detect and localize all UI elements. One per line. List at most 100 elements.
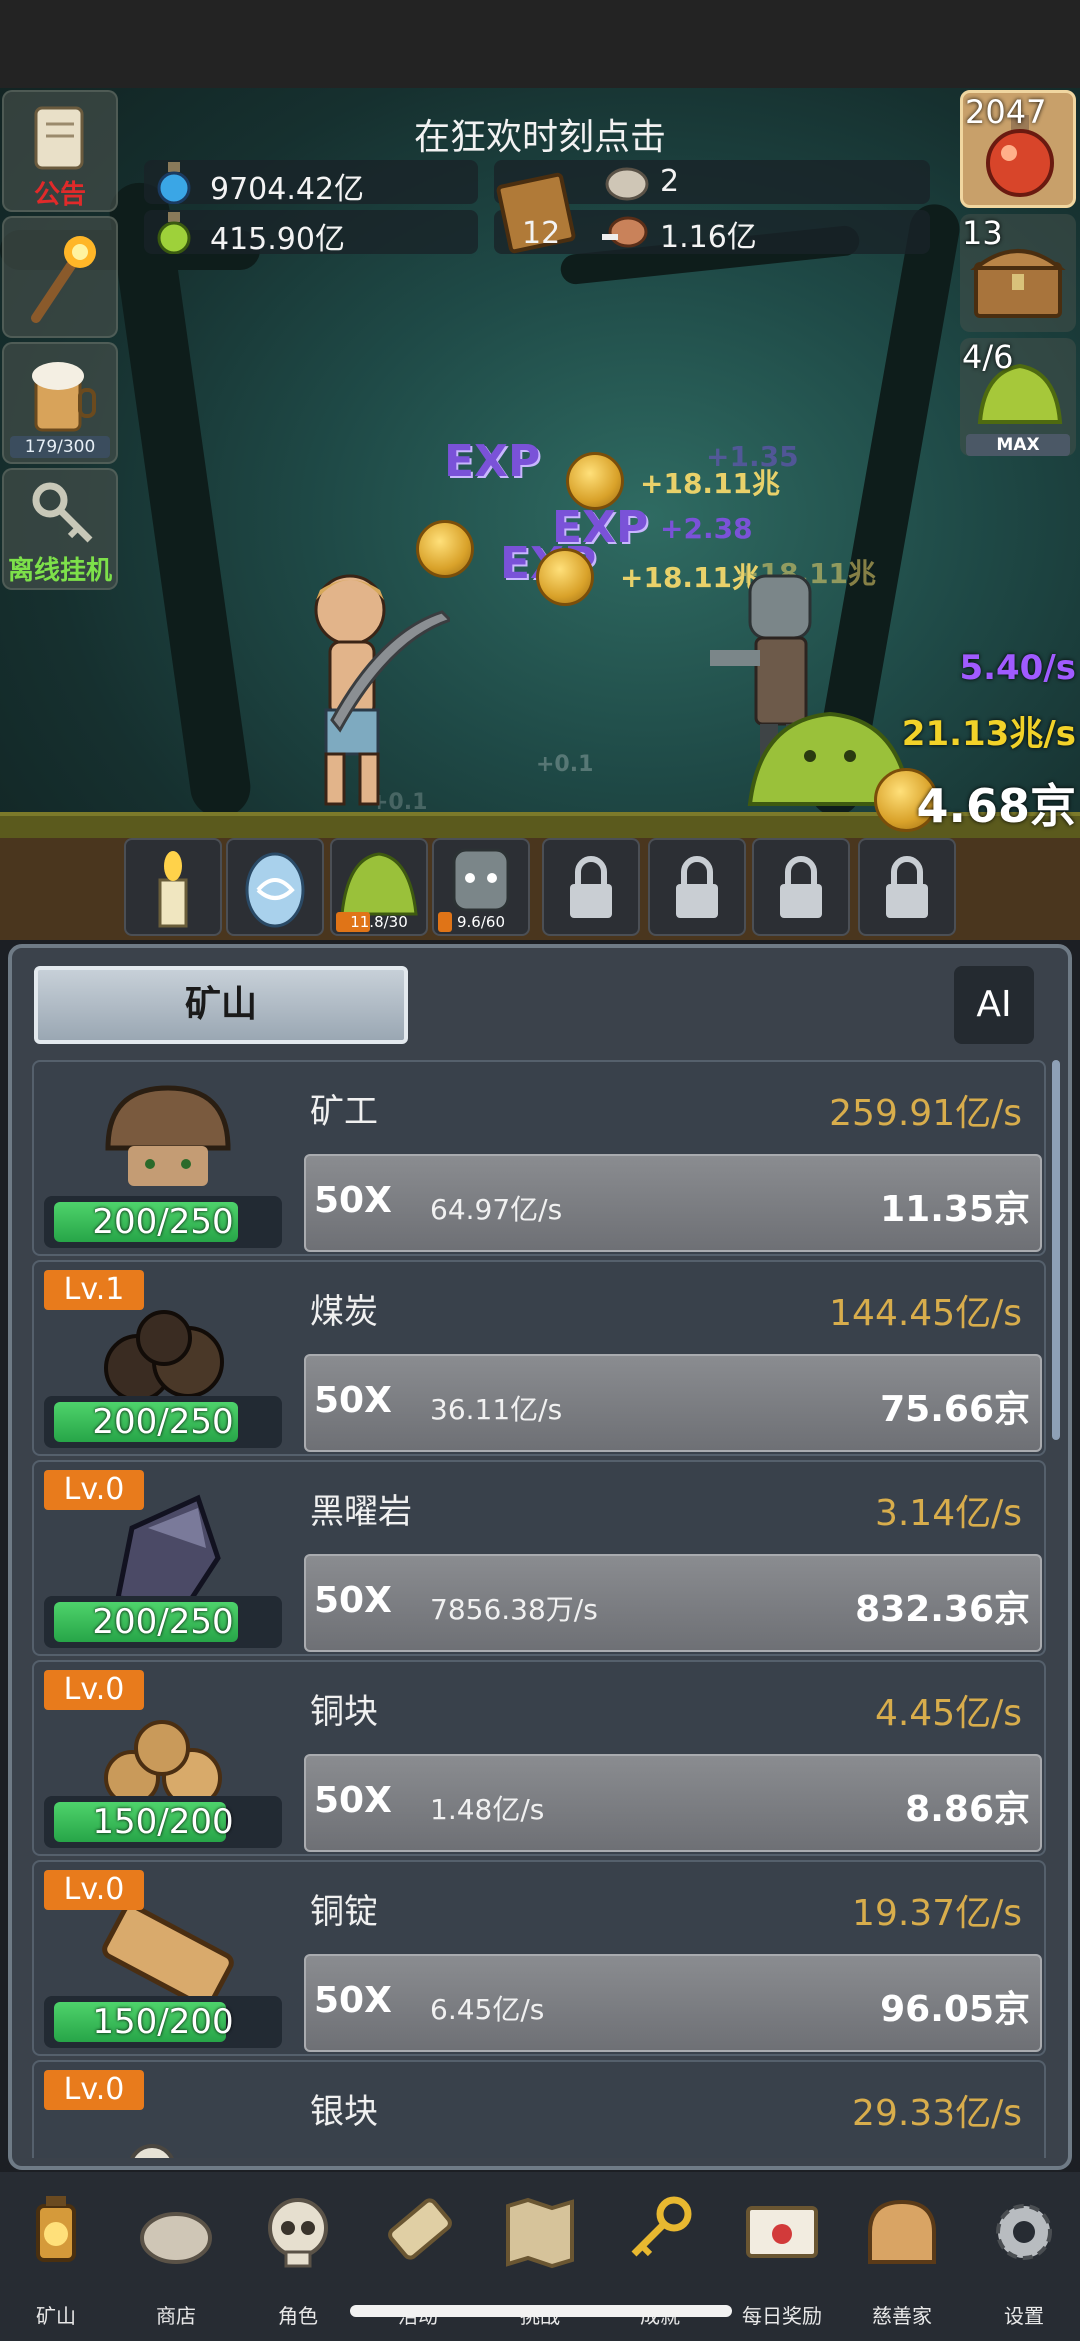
resource-rate: 19.37亿/s <box>852 1893 1022 1934</box>
beer-button[interactable]: 179/300 <box>2 342 118 464</box>
resource-icon-box: Lv.0 150/200 <box>40 1668 282 1848</box>
slot-locked[interactable] <box>752 838 850 936</box>
lantern-icon <box>36 2196 76 2262</box>
key-icon <box>32 482 93 543</box>
capacity-text: 200/250 <box>92 1402 234 1442</box>
coin-total: 4.68京 <box>916 779 1077 833</box>
upgrade-button[interactable]: 50X 1.48亿/s 8.86京 <box>304 1754 1042 1852</box>
upgrade-cost: 75.66京 <box>880 1389 1030 1430</box>
zombie-progress: 9.6/60 <box>457 913 505 931</box>
announcement-label: 公告 <box>33 180 86 210</box>
capacity-bar: 150/200 <box>44 1996 282 2048</box>
nav-label: 商店 <box>156 2304 196 2328</box>
home-indicator[interactable] <box>350 2305 732 2317</box>
ai-button[interactable]: AI <box>954 966 1034 1044</box>
announcement-button[interactable]: 公告 <box>2 90 118 212</box>
capacity-bar: 150/200 <box>44 1796 282 1848</box>
floating-exp: +0.1 <box>536 752 594 777</box>
rate-purple: 5.40/s <box>959 648 1076 688</box>
bread-icon <box>868 2199 936 2264</box>
nav-character[interactable]: 角色 <box>238 2182 358 2332</box>
slot-slime[interactable]: 11.8/30 <box>330 838 428 936</box>
beer-counter: 179/300 <box>10 436 110 458</box>
resource-rate: 29.33亿/s <box>852 2093 1022 2134</box>
torch-icon <box>31 236 96 323</box>
coin-icon[interactable] <box>566 452 624 510</box>
blue-potion-icon <box>157 162 191 204</box>
resource-name: 煤炭 <box>310 1292 378 1332</box>
capacity-text: 200/250 <box>92 1202 234 1242</box>
slot-zombie[interactable]: 9.6/60 <box>432 838 530 936</box>
stone-amount: 2 <box>660 164 680 199</box>
resource-name: 银块 <box>310 2092 378 2132</box>
player-character <box>314 574 450 806</box>
floating-exp: +2.38 <box>660 512 753 545</box>
scroll-icon <box>388 2198 452 2260</box>
torch-button[interactable] <box>2 216 118 338</box>
battle-scene[interactable]: 公告 179/300 离线挂机 2047 13 4/6 MAX 在狂欢时刻点击 <box>0 0 1080 940</box>
rate-yellow: 21.13兆/s <box>901 714 1076 754</box>
multiplier: 50X <box>314 1380 392 1421</box>
beer-mug-icon <box>32 362 96 432</box>
key-icon <box>631 2196 692 2257</box>
upgrade-cost: 11.35京 <box>880 1189 1030 1230</box>
list-item: Lv.0 150/200 铜锭 19.37亿/s 50X 6.45亿/s 96.… <box>32 1860 1046 2056</box>
exp-label: EXP <box>444 436 541 487</box>
resource-rate: 3.14亿/s <box>874 1493 1022 1534</box>
resource-icon-box: Lv.0 200/250 <box>40 1468 282 1648</box>
slot-locked[interactable] <box>542 838 640 936</box>
nav-philanthropist[interactable]: 慈善家 <box>842 2182 962 2332</box>
multiplier: 50X <box>314 1180 392 1221</box>
resource-icon-box: Lv.1 200/250 <box>40 1268 282 1448</box>
egg-icon <box>245 852 305 928</box>
gear-icon <box>996 2204 1052 2260</box>
green-potion-amount: 415.90亿 <box>210 222 345 257</box>
slot-locked[interactable] <box>648 838 746 936</box>
resource-list[interactable]: 200/250 矿工 259.91亿/s 50X 64.97亿/s 11.35京… <box>32 1060 1046 2158</box>
green-potion-icon <box>157 212 191 254</box>
coin-icon[interactable] <box>536 548 594 606</box>
scrollbar[interactable] <box>1052 1060 1060 2158</box>
capacity-bar: 200/250 <box>44 1596 282 1648</box>
slime-button[interactable]: 4/6 MAX <box>960 338 1076 456</box>
nav-daily-reward[interactable]: 每日奖励 <box>722 2182 842 2332</box>
silver-ore-icon <box>130 2144 174 2158</box>
tab-mine[interactable]: 矿山 <box>34 966 408 1044</box>
map-icon <box>506 2197 574 2269</box>
offline-idle-button[interactable]: 离线挂机 <box>2 468 118 590</box>
multiplier: 50X <box>314 1780 392 1821</box>
slime-progress: 11.8/30 <box>350 913 408 931</box>
slot-candle[interactable] <box>124 838 222 936</box>
stone-icon <box>605 167 649 201</box>
resource-icon-box: Lv.0 150/200 <box>40 1868 282 2048</box>
scrollbar-thumb[interactable] <box>1052 1060 1060 1440</box>
upgrade-button[interactable]: 50X 36.11亿/s 75.66京 <box>304 1354 1042 1452</box>
slot-locked[interactable] <box>858 838 956 936</box>
nav-mine[interactable]: 矿山 <box>0 2182 116 2332</box>
upgrade-button[interactable]: 50X 64.97亿/s 11.35京 <box>304 1154 1042 1252</box>
level-badge: Lv.0 <box>44 1870 144 1910</box>
floating-exp: +1.35 <box>706 440 799 473</box>
offline-idle-label: 离线挂机 <box>7 556 112 586</box>
list-item: Lv.1 200/250 煤炭 144.45亿/s 50X 36.11亿/s 7… <box>32 1260 1046 1456</box>
nav-shop[interactable]: 商店 <box>116 2182 236 2332</box>
potion-button[interactable]: 2047 <box>960 90 1076 208</box>
capacity-bar: 200/250 <box>44 1196 282 1248</box>
nav-label: 角色 <box>278 2304 318 2328</box>
resource-name: 铜锭 <box>310 1892 378 1932</box>
lock-icon <box>780 856 822 918</box>
level-badge: Lv.0 <box>44 1470 144 1510</box>
resource-name: 黑曜岩 <box>310 1492 412 1532</box>
lock-icon <box>676 856 718 918</box>
upgrade-button[interactable]: 50X 7856.38万/s 832.36京 <box>304 1554 1042 1652</box>
treasure-chest-button[interactable]: 13 <box>960 214 1076 332</box>
multiplier: 50X <box>314 1980 392 2021</box>
nav-settings[interactable]: 设置 <box>964 2182 1080 2332</box>
potion-count: 2047 <box>965 93 1047 131</box>
list-item: 200/250 矿工 259.91亿/s 50X 64.97亿/s 11.35京 <box>32 1060 1046 1256</box>
lock-icon <box>570 856 612 918</box>
level-badge: Lv.0 <box>44 2070 144 2110</box>
upgrade-button[interactable]: 50X 6.45亿/s 96.05京 <box>304 1954 1042 2052</box>
slot-egg[interactable] <box>226 838 324 936</box>
meat-amount: 1.16亿 <box>660 220 757 255</box>
